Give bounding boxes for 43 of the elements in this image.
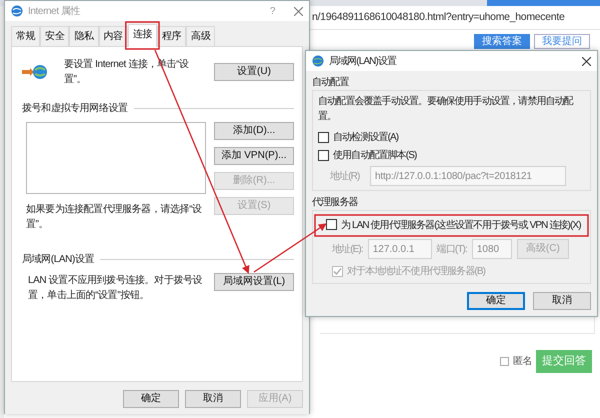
tab[interactable]: 安全 — [40, 26, 70, 46]
tab[interactable]: 高级 — [186, 26, 216, 46]
highlight-frame — [125, 21, 160, 50]
tab[interactable]: 隐私 — [69, 26, 99, 46]
checkbox[interactable] — [318, 150, 329, 161]
url-text: n/1964891168610048180.html?entry=uhome_homecente — [312, 10, 564, 25]
cancel-button[interactable]: 取消 — [533, 292, 591, 310]
field-label: 地址(E): — [332, 242, 363, 256]
section-heading: 拨号和虚拟专用网络设置 — [22, 102, 128, 116]
description-text: 自动配置会覆盖手动设置。要确保使用手动设置，请禁用自动配置。 — [318, 94, 574, 124]
section-heading: 局域网(LAN)设置 — [22, 252, 94, 267]
hint-text: 如果要为连接配置代理服务器，请选择“设置”。 — [26, 202, 203, 232]
ask-question-button[interactable]: 我要提问 — [534, 34, 590, 49]
checkbox[interactable] — [318, 132, 329, 143]
tab[interactable]: 连接 — [128, 24, 158, 47]
tab[interactable]: 常规 — [11, 26, 40, 46]
checkbox[interactable] — [500, 356, 509, 366]
checkbox-label[interactable]: 自动检测设置(A) — [333, 130, 398, 145]
dialog-button[interactable]: 添加(D)... — [214, 122, 294, 140]
dialog-button[interactable]: 添加 VPN(P)... — [214, 147, 294, 165]
cancel-button[interactable]: 取消 — [185, 390, 241, 408]
ok-button[interactable]: 确定 — [467, 292, 525, 310]
field-label: 端口(T): — [436, 242, 467, 256]
globe-icon — [312, 55, 324, 67]
section-heading: 自动配置 — [312, 76, 350, 90]
checkbox-label[interactable]: 为 LAN 使用代理服务器(这些设置不用于拨号或 VPN 连接)(X) — [341, 218, 581, 233]
settings-button[interactable]: 设置(U) — [214, 63, 294, 81]
globe-icon — [22, 64, 48, 80]
lan-settings-button[interactable]: 局域网设置(L) — [214, 273, 294, 291]
checkbox-label[interactable]: 使用自动配置脚本(S) — [333, 148, 416, 163]
window-title: 局域网(LAN)设置 — [329, 54, 398, 68]
section-heading: 代理服务器 — [312, 196, 359, 210]
ok-button[interactable]: 确定 — [123, 390, 179, 408]
search-answer-button[interactable]: 搜索答案 — [474, 34, 530, 49]
globe-icon — [11, 5, 23, 17]
window-title: Internet 属性 — [28, 4, 82, 18]
tab[interactable]: 程序 — [157, 26, 186, 46]
checkbox-label: 匿名 — [513, 354, 532, 369]
description-text: LAN 设置不应用到拨号连接。对于拨号设置，单击上面的“设置”按钮。 — [27, 274, 204, 303]
close-icon[interactable] — [582, 56, 591, 66]
checkbox[interactable] — [326, 219, 337, 230]
tab[interactable]: 内容 — [98, 26, 128, 46]
field-label: 地址(R) — [330, 170, 361, 184]
